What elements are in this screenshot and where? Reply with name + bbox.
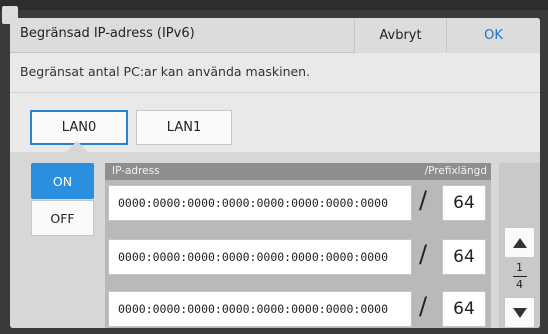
ip-restriction-dialog: Begränsad IP-adress (IPv6) Avbryt OK Beg… — [10, 18, 540, 328]
cancel-button[interactable]: Avbryt — [354, 18, 446, 53]
slash-separator: / — [419, 186, 428, 214]
ip-address-field[interactable]: 0000:0000:0000:0000:0000:0000:0000:0000 — [108, 239, 412, 275]
triangle-up-icon — [512, 237, 527, 248]
ip-address-header: IP-adress — [112, 165, 160, 177]
ip-address-list: IP-adress /Prefixlängd 0000:0000:0000:00… — [105, 163, 491, 328]
background-screen-top — [0, 0, 548, 10]
dialog-title: Begränsad IP-adress (IPv6) — [20, 26, 195, 41]
on-button[interactable]: ON — [31, 163, 94, 199]
list-row: 0000:0000:0000:0000:0000:0000:0000:0000 … — [105, 185, 491, 221]
page-indicator: 1 4 — [499, 262, 540, 291]
slash-separator: / — [419, 292, 428, 320]
tab-lan1[interactable]: LAN1 — [136, 110, 232, 145]
list-row: 0000:0000:0000:0000:0000:0000:0000:0000 … — [105, 291, 491, 327]
off-button[interactable]: OFF — [31, 200, 94, 236]
slash-separator: / — [419, 240, 428, 268]
tab-pointer — [66, 141, 88, 152]
ip-address-field[interactable]: 0000:0000:0000:0000:0000:0000:0000:0000 — [108, 185, 412, 221]
triangle-down-icon — [512, 307, 527, 318]
scroll-panel: 1 4 — [499, 163, 540, 328]
dialog-titlebar: Begränsad IP-adress (IPv6) Avbryt OK — [10, 18, 540, 53]
current-page: 1 — [516, 261, 523, 274]
list-row: 0000:0000:0000:0000:0000:0000:0000:0000 … — [105, 239, 491, 275]
ok-button[interactable]: OK — [446, 18, 540, 53]
ip-address-field[interactable]: 0000:0000:0000:0000:0000:0000:0000:0000 — [108, 291, 412, 327]
content-panel: ON OFF IP-adress /Prefixlängd 0000:0000:… — [10, 141, 540, 328]
scroll-down-button[interactable] — [504, 297, 535, 328]
lan-tabs: LAN0 LAN1 — [10, 92, 540, 152]
dialog-description: Begränsat antal PC:ar kan använda maskin… — [20, 64, 311, 79]
page-divider — [512, 276, 527, 277]
prefix-length-field[interactable]: 64 — [442, 291, 486, 327]
prefix-length-header: /Prefixlängd — [424, 165, 487, 177]
scroll-up-button[interactable] — [504, 227, 535, 258]
tab-lan0[interactable]: LAN0 — [30, 110, 128, 145]
total-pages: 4 — [516, 278, 523, 291]
prefix-length-field[interactable]: 64 — [442, 185, 486, 221]
list-header: IP-adress /Prefixlängd — [105, 163, 491, 180]
prefix-length-field[interactable]: 64 — [442, 239, 486, 275]
